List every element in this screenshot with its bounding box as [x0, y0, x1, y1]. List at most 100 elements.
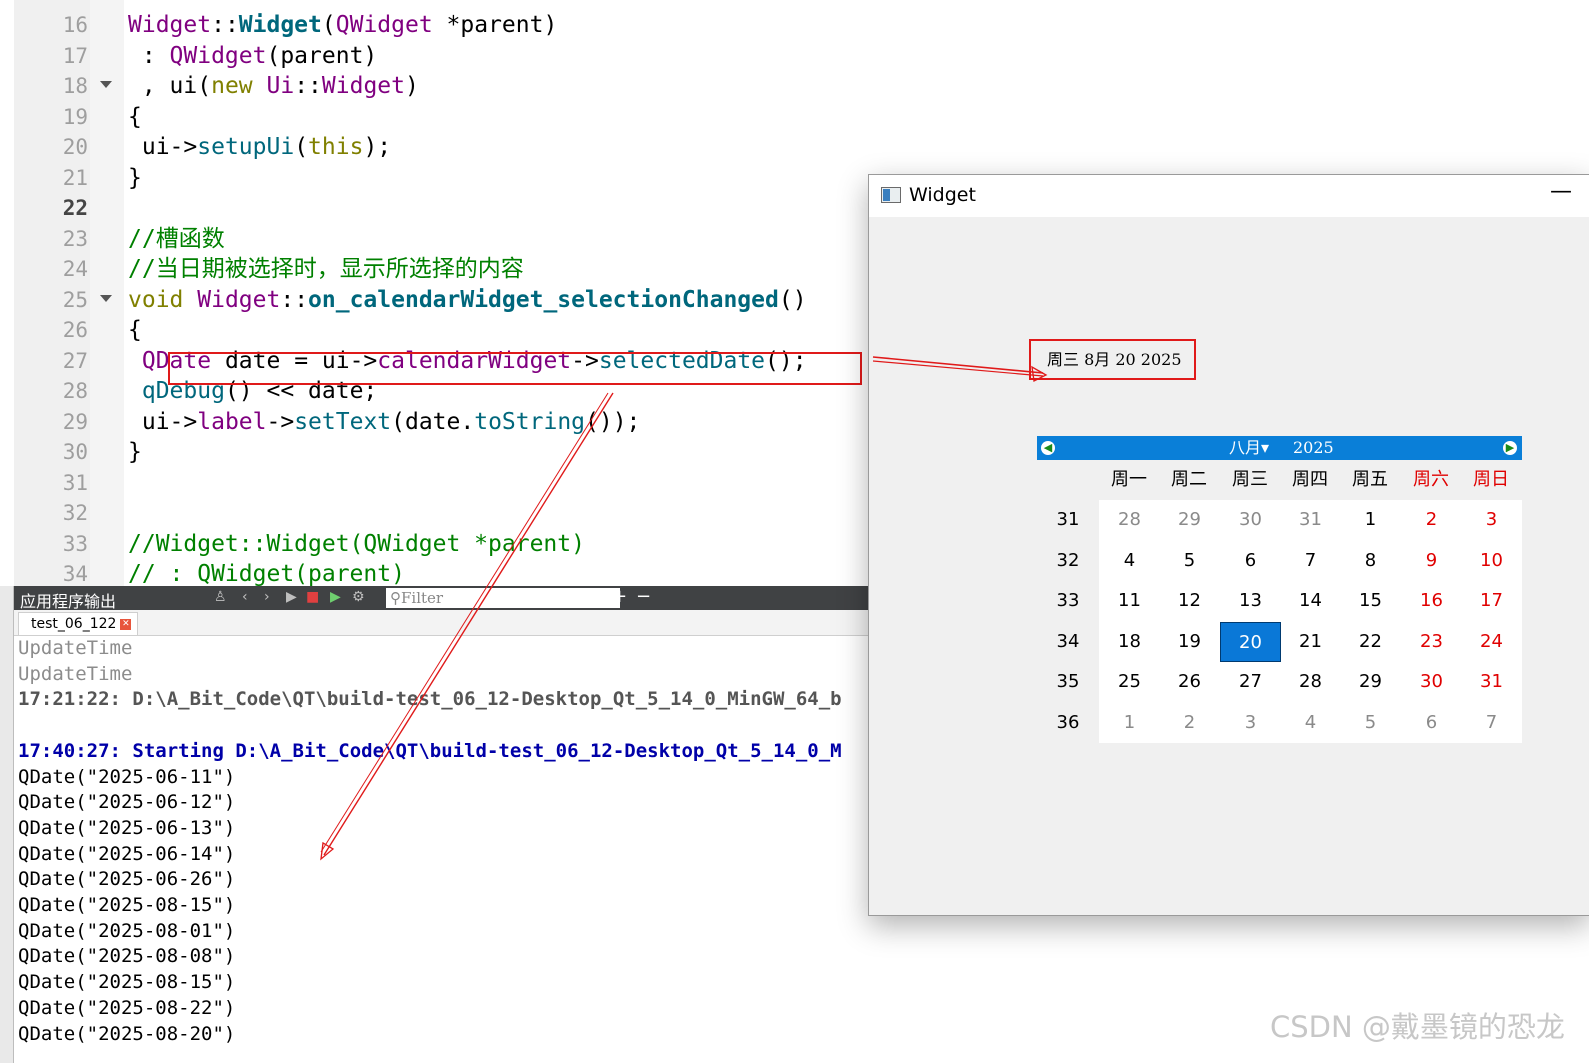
calendar-day[interactable]: 2 — [1159, 703, 1220, 743]
calendar-day[interactable]: 4 — [1099, 541, 1160, 581]
week-number: 36 — [1056, 711, 1080, 733]
year-selector[interactable]: 2025 — [1293, 437, 1334, 459]
calendar-day[interactable]: 7 — [1461, 703, 1522, 743]
calendar-day-selected[interactable]: 20 — [1220, 621, 1281, 662]
minus-icon[interactable]: − — [636, 586, 651, 607]
code-token: this — [308, 134, 364, 160]
next-month-arrow-icon[interactable]: ▶ — [1503, 441, 1517, 455]
calendar-day[interactable]: 26 — [1159, 662, 1220, 702]
calendar-day[interactable]: 18 — [1099, 622, 1160, 662]
calendar-day[interactable]: 3 — [1220, 703, 1281, 743]
day-header: 周四 — [1292, 469, 1328, 490]
calendar-day[interactable]: 3 — [1461, 500, 1522, 540]
widget-window[interactable]: Widget — 周三 8月 20 2025 ◀ 八月▾ 2025 ▶ 周一 周二… — [868, 174, 1589, 916]
calendar-day[interactable]: 23 — [1401, 622, 1462, 662]
code-token: :: — [294, 73, 322, 99]
calendar-day[interactable]: 22 — [1340, 622, 1401, 662]
code-line: 25 void Widget::on_calendarWidget_selecti… — [0, 285, 870, 315]
log-line: QDate("2025-08-22") — [18, 996, 236, 1019]
calendar-day[interactable]: 29 — [1159, 500, 1220, 540]
calendar-day[interactable]: 14 — [1280, 581, 1341, 621]
line-number: 17 — [62, 43, 88, 68]
calendar-day[interactable]: 11 — [1099, 581, 1160, 621]
search-icon: ⚲ — [390, 589, 401, 607]
plus-icon[interactable]: + — [612, 586, 627, 607]
calendar-widget[interactable]: ◀ 八月▾ 2025 ▶ 周一 周二 周三 周四 周五 周六 周日 31 32 33 34 35 36… — [1037, 436, 1522, 743]
calendar-day[interactable]: 29 — [1340, 662, 1401, 702]
calendar-day[interactable]: 16 — [1401, 581, 1462, 621]
run-icon[interactable]: ▶ — [286, 589, 297, 605]
code-token: -> — [266, 408, 295, 435]
calendar-day[interactable]: 2 — [1401, 500, 1462, 540]
line-number: 26 — [62, 318, 88, 342]
calendar-day[interactable]: 19 — [1159, 622, 1220, 662]
calendar-day[interactable]: 31 — [1280, 500, 1341, 540]
calendar-day[interactable]: 21 — [1280, 622, 1341, 662]
calendar-day[interactable]: 6 — [1220, 541, 1281, 581]
calendar-day[interactable]: 30 — [1401, 662, 1462, 702]
calendar-day[interactable]: 10 — [1461, 541, 1522, 581]
output-tab[interactable]: test_06_122 ✕ — [18, 612, 139, 635]
calendar-day[interactable]: 13 — [1220, 581, 1281, 621]
filter-placeholder: Filter — [401, 589, 444, 607]
calendar-day[interactable]: 27 — [1220, 662, 1281, 702]
calendar-day[interactable]: 25 — [1099, 662, 1160, 702]
calendar-day[interactable]: 12 — [1159, 581, 1220, 621]
code-token: :: — [280, 286, 309, 313]
code-text: //Widget::Widget(QWidget *parent) — [128, 529, 585, 559]
calendar-day[interactable]: 15 — [1340, 581, 1401, 621]
calendar-day[interactable]: 6 — [1401, 703, 1462, 743]
close-icon[interactable]: ✕ — [120, 618, 132, 630]
debug-run-icon[interactable]: ▶ — [330, 589, 341, 605]
code-text: } — [128, 163, 142, 193]
line-number: 23 — [62, 226, 88, 251]
code-token: void — [128, 286, 184, 313]
line-number: 32 — [62, 501, 88, 525]
next-icon[interactable]: › — [264, 589, 270, 605]
calendar-day[interactable]: 5 — [1159, 541, 1220, 581]
calendar-day[interactable]: 1 — [1099, 703, 1160, 743]
code-line: 34 // : QWidget(parent) — [0, 559, 870, 586]
calendar-day[interactable]: 24 — [1461, 622, 1522, 662]
code-line: 30} — [0, 437, 870, 467]
calendar-day[interactable]: 9 — [1401, 541, 1462, 581]
day-header-row: 周一 周二 周三 周四 周五 周六 周日 — [1037, 460, 1522, 500]
code-token: on_calendarWidget_selectionChanged — [308, 286, 779, 313]
calendar-day[interactable]: 4 — [1280, 703, 1341, 743]
code-line: 16 Widget::Widget(QWidget *parent) — [0, 10, 870, 40]
settings-icon[interactable]: ⚙ — [352, 589, 365, 605]
window-titlebar[interactable]: Widget — — [869, 175, 1589, 217]
calendar-day[interactable]: 1 — [1340, 500, 1401, 540]
calendar-day[interactable]: 5 — [1340, 703, 1401, 743]
log-line: QDate("2025-08-01") — [18, 919, 236, 942]
line-number: 28 — [62, 379, 88, 403]
line-number: 29 — [62, 409, 88, 434]
week-number: 32 — [1056, 549, 1080, 571]
filter-input[interactable]: ⚲Filter — [386, 588, 620, 608]
calendar-day[interactable]: 28 — [1099, 500, 1160, 540]
output-pane-toolbar: 应用程序输出 ♙ ‹ › ▶ ■ ▶ ⚙ ⚲Filter + − — [14, 586, 870, 611]
log-line: QDate("2025-06-11") — [18, 765, 236, 788]
attach-icon[interactable]: ♙ — [214, 589, 227, 605]
calendar-day[interactable]: 8 — [1340, 541, 1401, 581]
calendar-day[interactable]: 28 — [1280, 662, 1341, 702]
fold-arrow-icon[interactable] — [100, 294, 112, 302]
calendar-day[interactable]: 17 — [1461, 581, 1522, 621]
code-text: // : QWidget(parent) — [128, 559, 405, 586]
calendar-nav-bar: ◀ 八月▾ 2025 ▶ — [1037, 436, 1522, 460]
log-line: QDate("2025-08-15") — [18, 971, 236, 994]
month-selector[interactable]: 八月▾ — [1229, 437, 1269, 459]
day-header: 周六 — [1413, 469, 1449, 490]
calendar-day[interactable]: 7 — [1280, 541, 1341, 581]
fold-arrow-icon[interactable] — [100, 81, 112, 88]
prev-month-arrow-icon[interactable]: ◀ — [1041, 441, 1055, 455]
code-line: 33 //Widget::Widget(QWidget *parent) — [0, 529, 870, 559]
line-number: 18 — [62, 74, 88, 98]
calendar-day[interactable]: 30 — [1220, 500, 1281, 540]
minimize-button[interactable]: — — [1550, 179, 1572, 204]
stop-icon[interactable]: ■ — [306, 589, 319, 605]
calendar-day[interactable]: 31 — [1461, 662, 1522, 702]
code-token: :: — [211, 12, 239, 38]
code-editor[interactable]: 16 Widget::Widget(QWidget *parent) 17 : QW… — [0, 0, 870, 586]
prev-icon[interactable]: ‹ — [242, 589, 248, 605]
